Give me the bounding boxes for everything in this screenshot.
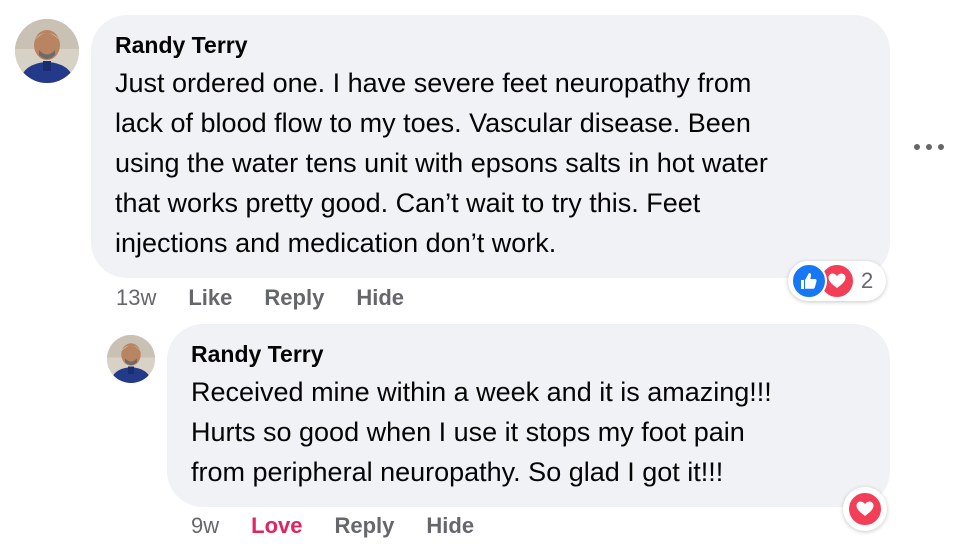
reply-bubble: Randy Terry Received mine within a week … [167, 324, 890, 507]
comment-line: that works pretty good. Can’t wait to tr… [115, 188, 701, 218]
comment-line: from peripheral neuropathy. So glad I go… [191, 457, 724, 487]
comment-actions: 9w Love Reply Hide [191, 512, 474, 540]
hide-button[interactable]: Hide [356, 285, 404, 311]
comment-line: Received mine within a week and it is am… [191, 377, 772, 407]
comment-actions: 13w Like Reply Hide [116, 284, 404, 312]
reaction-count: 2 [861, 268, 874, 293]
comment-timestamp[interactable]: 13w [116, 285, 156, 311]
avatar[interactable] [107, 335, 155, 383]
like-button[interactable]: Like [188, 285, 232, 311]
profile-photo [107, 335, 155, 383]
avatar[interactable] [15, 19, 79, 83]
comment-line: Just ordered one. I have severe feet neu… [115, 68, 752, 98]
like-icon [791, 263, 827, 299]
comment-author[interactable]: Randy Terry [191, 340, 866, 368]
love-icon [847, 491, 883, 527]
reaction-summary[interactable]: 2 [788, 261, 886, 301]
reaction-summary[interactable] [843, 487, 887, 531]
more-options-icon[interactable] [914, 140, 944, 154]
comment-line: injections and medication don’t work. [115, 228, 557, 258]
reply-button[interactable]: Reply [264, 285, 324, 311]
reply-button[interactable]: Reply [334, 513, 394, 539]
comment-timestamp[interactable]: 9w [191, 513, 219, 539]
love-button[interactable]: Love [251, 513, 302, 539]
hide-button[interactable]: Hide [426, 513, 474, 539]
profile-photo [15, 19, 79, 83]
comment-bubble: Randy Terry Just ordered one. I have sev… [91, 15, 890, 278]
comment-author[interactable]: Randy Terry [115, 31, 866, 59]
comment-line: lack of blood flow to my toes. Vascular … [115, 108, 751, 138]
comment-line: using the water tens unit with epsons sa… [115, 148, 768, 178]
comment-line: Hurts so good when I use it stops my foo… [191, 417, 745, 447]
